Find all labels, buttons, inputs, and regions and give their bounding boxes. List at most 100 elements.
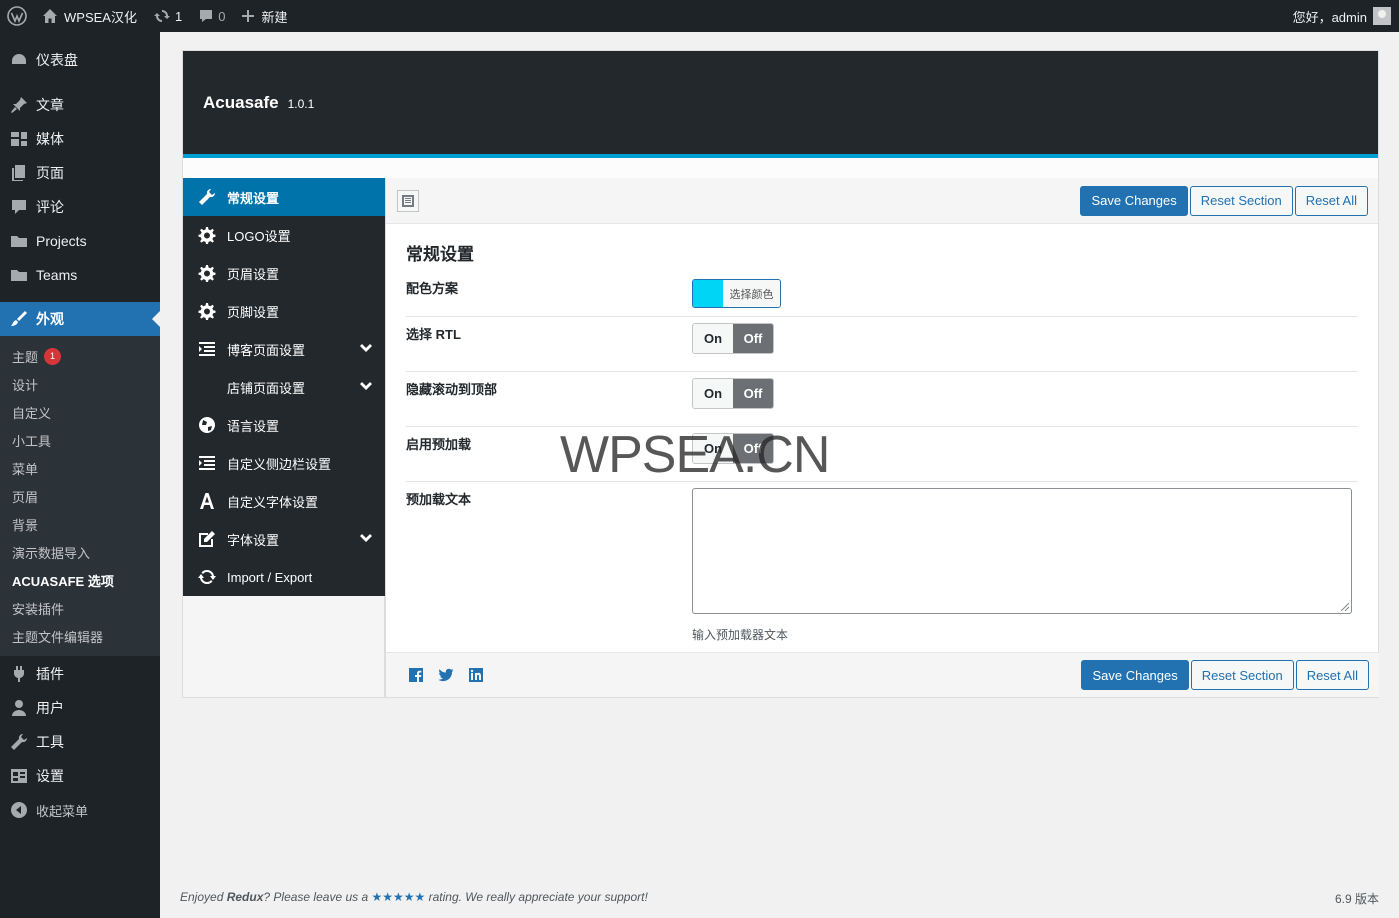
facebook-icon[interactable]: [408, 667, 424, 683]
menu-pages[interactable]: 页面: [0, 156, 160, 190]
update-badge: 1: [44, 347, 62, 365]
menu-teams[interactable]: Teams: [0, 258, 160, 292]
folder-icon: [10, 266, 28, 284]
twitter-icon[interactable]: [438, 667, 454, 683]
chevron-down-icon[interactable]: [359, 342, 373, 359]
switch-on[interactable]: On: [693, 324, 733, 353]
menu-posts[interactable]: 文章: [0, 88, 160, 122]
select-color-button[interactable]: 选择颜色: [723, 280, 780, 307]
submenu-demo-import[interactable]: 演示数据导入: [0, 538, 160, 566]
menu-collapse[interactable]: 收起菜单: [0, 793, 160, 827]
new-content-link[interactable]: 新建: [233, 0, 295, 32]
page-icon: [10, 164, 28, 182]
appearance-submenu: 主题 1 设计 自定义 小工具 菜单 页眉 背景 演示数据导入 ACUASAFE…: [0, 336, 160, 656]
nav-general-settings[interactable]: 常规设置: [183, 178, 385, 216]
reset-all-button[interactable]: Reset All: [1294, 185, 1368, 216]
submenu-themes[interactable]: 主题 1: [0, 342, 160, 370]
field-label: 预加载文本: [406, 492, 472, 507]
nav-strip: [183, 596, 385, 697]
globe-icon: [197, 415, 217, 435]
submenu-header[interactable]: 页眉: [0, 482, 160, 510]
field-label: 配色方案: [406, 281, 459, 296]
color-swatch[interactable]: [693, 280, 723, 307]
menu-dashboard[interactable]: 仪表盘: [0, 43, 160, 77]
indent-list-icon: [197, 453, 217, 473]
reset-section-button[interactable]: Reset Section: [1189, 185, 1293, 216]
save-changes-button[interactable]: Save Changes: [1080, 185, 1188, 216]
nav-typography-settings[interactable]: 字体设置: [183, 520, 385, 558]
rating-stars-link[interactable]: ★★★★★: [371, 890, 425, 904]
blank-icon: [197, 377, 217, 397]
linkedin-icon[interactable]: [468, 667, 484, 683]
comments-link[interactable]: 0: [190, 0, 233, 32]
chevron-down-icon[interactable]: [359, 380, 373, 397]
wrench-icon: [10, 733, 28, 751]
menu-projects[interactable]: Projects: [0, 224, 160, 258]
avatar[interactable]: [1373, 7, 1391, 25]
menu-appearance-label: 外观: [36, 311, 64, 327]
hide-scroll-switch[interactable]: On Off: [692, 378, 774, 409]
submenu-theme-editor[interactable]: 主题文件编辑器: [0, 622, 160, 650]
field-label: 选择 RTL: [406, 327, 461, 342]
nav-import-export[interactable]: Import / Export: [183, 558, 385, 596]
paintbrush-icon: [10, 310, 28, 328]
wordpress-logo-icon[interactable]: [0, 0, 34, 32]
submenu-menus[interactable]: 菜单: [0, 454, 160, 482]
submenu-design[interactable]: 设计: [0, 370, 160, 398]
footer-text-part: rating. We really appreciate your suppor…: [425, 890, 648, 904]
chevron-down-icon[interactable]: [359, 532, 373, 549]
pin-icon: [10, 96, 28, 114]
menu-plugins[interactable]: 插件: [0, 657, 160, 691]
nav-blog-page-settings[interactable]: 博客页面设置: [183, 330, 385, 368]
wp-version: 6.9 版本: [1334, 892, 1379, 906]
submenu-acuasafe-options[interactable]: ACUASAFE 选项: [0, 566, 160, 594]
menu-users[interactable]: 用户: [0, 691, 160, 725]
save-changes-button[interactable]: Save Changes: [1081, 660, 1189, 690]
nav-custom-sidebar-settings[interactable]: 自定义侧边栏设置: [183, 444, 385, 482]
reset-all-button[interactable]: Reset All: [1295, 660, 1369, 690]
site-name-link[interactable]: WPSEA汉化: [34, 0, 145, 32]
nav-logo-settings[interactable]: LOGO设置: [183, 216, 385, 254]
admin-sidebar: 仪表盘 文章 媒体 页面 评论 Projects Teams 外观 主题 1 设…: [0, 32, 160, 918]
comment-icon: [10, 198, 28, 216]
section-title: 常规设置: [406, 245, 474, 264]
nav-language-settings[interactable]: 语言设置: [183, 406, 385, 444]
nav-shop-page-settings[interactable]: 店铺页面设置: [183, 368, 385, 406]
menu-appearance[interactable]: 外观: [0, 302, 160, 336]
menu-comments-label: 评论: [36, 199, 64, 215]
field-preloader-text: 预加载文本 输入预加载器文本: [406, 482, 1358, 651]
nav-footer-settings[interactable]: 页脚设置: [183, 292, 385, 330]
menu-dashboard-label: 仪表盘: [36, 52, 78, 68]
rtl-switch[interactable]: On Off: [692, 323, 774, 354]
menu-tools[interactable]: 工具: [0, 725, 160, 759]
nav-header-settings[interactable]: 页眉设置: [183, 254, 385, 292]
submenu-widgets[interactable]: 小工具: [0, 426, 160, 454]
nav-label: 语言设置: [227, 418, 280, 434]
new-label: 新建: [261, 9, 288, 25]
expand-options-button[interactable]: [397, 189, 419, 212]
color-picker[interactable]: 选择颜色: [692, 279, 781, 308]
nav-label: 店铺页面设置: [227, 380, 306, 396]
menu-comments[interactable]: 评论: [0, 190, 160, 224]
wrench-icon: [197, 187, 217, 207]
menu-settings[interactable]: 设置: [0, 759, 160, 793]
menu-media[interactable]: 媒体: [0, 122, 160, 156]
switch-off[interactable]: Off: [733, 324, 773, 353]
nav-label: LOGO设置: [227, 228, 291, 244]
bottom-action-bar: Save Changes Reset Section Reset All: [386, 652, 1379, 697]
account-greeting[interactable]: 您好，admin: [1293, 7, 1367, 26]
folder-icon: [10, 232, 28, 250]
switch-off[interactable]: Off: [733, 379, 773, 408]
nav-custom-font-settings[interactable]: 自定义字体设置: [183, 482, 385, 520]
updates-link[interactable]: 1: [145, 0, 190, 32]
reset-section-button[interactable]: Reset Section: [1190, 660, 1294, 690]
submenu-background[interactable]: 背景: [0, 510, 160, 538]
dashboard-icon: [10, 51, 28, 69]
submenu-customize[interactable]: 自定义: [0, 398, 160, 426]
nav-label: 博客页面设置: [227, 342, 306, 358]
redux-link[interactable]: Redux: [227, 890, 264, 904]
submenu-install-plugins[interactable]: 安装插件: [0, 594, 160, 622]
nav-label: 常规设置: [227, 190, 280, 206]
switch-on[interactable]: On: [693, 379, 733, 408]
preloader-text-textarea[interactable]: [692, 488, 1352, 614]
